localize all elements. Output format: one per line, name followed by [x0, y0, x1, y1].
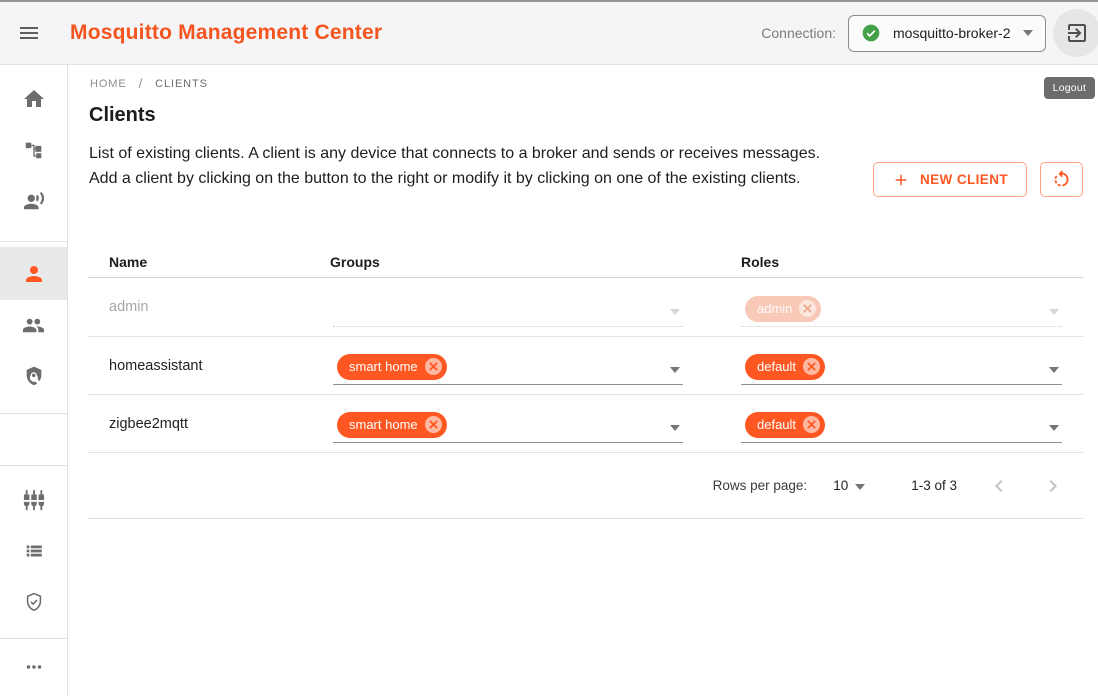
sidebar-divider [0, 638, 67, 639]
table-pagination: Rows per page: 10 1-3 of 3 [88, 453, 1083, 519]
chip-delete-icon [799, 300, 816, 317]
app-bar-right: Connection: mosquitto-broker-2 [761, 9, 1098, 57]
sidebar-item-groups[interactable] [0, 299, 67, 351]
more-horiz-icon [23, 656, 45, 678]
sidebar-item-topology[interactable] [0, 124, 67, 176]
chevron-down-icon[interactable] [855, 484, 865, 490]
chip-label: smart home [349, 417, 418, 432]
client-name: admin [109, 278, 330, 336]
sidebar-divider [0, 413, 67, 414]
sidebar-item-record-voice[interactable] [0, 175, 67, 227]
verified-user-icon [23, 591, 45, 613]
person-icon [22, 262, 46, 286]
home-icon [22, 87, 46, 111]
refresh-button[interactable] [1040, 162, 1083, 197]
group-chip: smart home [337, 354, 447, 380]
groups-select [333, 291, 683, 327]
mosquitto-management-center-window: Mosquitto Management Center Connection: … [0, 0, 1098, 696]
rows-per-page-value[interactable]: 10 [833, 478, 848, 493]
roles-select[interactable]: default [741, 349, 1062, 385]
sidebar [0, 65, 68, 696]
groups-select[interactable]: smart home [333, 407, 683, 443]
table-row[interactable]: admin admin [88, 278, 1083, 337]
table-row[interactable]: zigbee2mqtt smart home [88, 395, 1083, 453]
chip-delete-icon[interactable] [425, 358, 442, 375]
list-icon [23, 540, 45, 562]
plus-icon [892, 171, 910, 189]
role-chip: default [745, 412, 825, 438]
logout-button[interactable] [1053, 9, 1098, 57]
app-bar: Mosquitto Management Center Connection: … [0, 2, 1098, 65]
previous-page-button [987, 474, 1011, 498]
role-chip: default [745, 354, 825, 380]
table-row[interactable]: homeassistant smart home [88, 337, 1083, 395]
chip-label: admin [757, 301, 792, 316]
chip-label: smart home [349, 359, 418, 374]
next-page-button [1041, 474, 1065, 498]
group-chip: smart home [337, 412, 447, 438]
chevron-down-icon [1049, 367, 1059, 373]
sidebar-divider [0, 241, 67, 242]
rows-per-page-label: Rows per page: [713, 478, 808, 493]
check-circle-icon [861, 23, 881, 43]
clients-table: Name Groups Roles admin admin [88, 247, 1083, 519]
column-header-name: Name [109, 254, 330, 270]
page-title: Clients [89, 104, 156, 127]
page-actions: NEW CLIENT [873, 162, 1083, 197]
role-chip: admin [745, 296, 821, 322]
input-component-icon [23, 489, 45, 511]
roles-select: admin [741, 291, 1062, 327]
sidebar-item-more[interactable] [0, 641, 67, 693]
chip-delete-icon[interactable] [425, 416, 442, 433]
column-header-groups: Groups [330, 254, 741, 270]
chip-label: default [757, 359, 796, 374]
menu-icon[interactable] [14, 18, 44, 48]
sidebar-item-settings-input[interactable] [0, 474, 67, 526]
sidebar-item-roles[interactable] [0, 350, 67, 402]
pagination-range: 1-3 of 3 [911, 478, 957, 493]
page-description: List of existing clients. A client is an… [89, 141, 821, 191]
column-header-roles: Roles [741, 254, 1083, 270]
new-client-button[interactable]: NEW CLIENT [873, 162, 1027, 197]
sidebar-item-security[interactable] [0, 576, 67, 628]
logout-tooltip: Logout [1044, 77, 1095, 99]
sidebar-item-clients[interactable] [0, 247, 67, 300]
chip-delete-icon[interactable] [803, 416, 820, 433]
breadcrumb: HOME / CLIENTS [90, 76, 208, 91]
policy-icon [23, 365, 45, 387]
roles-select[interactable]: default [741, 407, 1062, 443]
chevron-down-icon [1049, 309, 1059, 315]
chip-label: default [757, 417, 796, 432]
table-header: Name Groups Roles [88, 247, 1083, 278]
chevron-down-icon [670, 425, 680, 431]
exit-to-app-icon [1065, 21, 1089, 45]
connection-label: Connection: [761, 25, 836, 41]
topology-icon [23, 139, 45, 161]
sidebar-item-list[interactable] [0, 525, 67, 577]
sidebar-divider [0, 465, 67, 466]
chevron-down-icon [670, 367, 680, 373]
breadcrumb-separator: / [139, 76, 144, 91]
breadcrumb-current: CLIENTS [155, 78, 208, 90]
breadcrumb-home-link[interactable]: HOME [90, 78, 127, 90]
people-icon [22, 314, 45, 337]
record-voice-icon [23, 190, 45, 212]
client-name: homeassistant [109, 337, 330, 394]
chevron-down-icon [670, 309, 680, 315]
chevron-down-icon [1049, 425, 1059, 431]
groups-select[interactable]: smart home [333, 349, 683, 385]
sidebar-item-home[interactable] [0, 73, 67, 125]
app-title: Mosquitto Management Center [70, 21, 382, 45]
connection-select[interactable]: mosquitto-broker-2 [848, 15, 1046, 52]
connection-value: mosquitto-broker-2 [893, 25, 1011, 41]
client-name: zigbee2mqtt [109, 395, 330, 452]
main-content: HOME / CLIENTS Clients List of existing … [69, 65, 1098, 696]
chevron-down-icon [1023, 30, 1033, 36]
rotate-left-icon [1051, 169, 1072, 190]
chip-delete-icon[interactable] [803, 358, 820, 375]
